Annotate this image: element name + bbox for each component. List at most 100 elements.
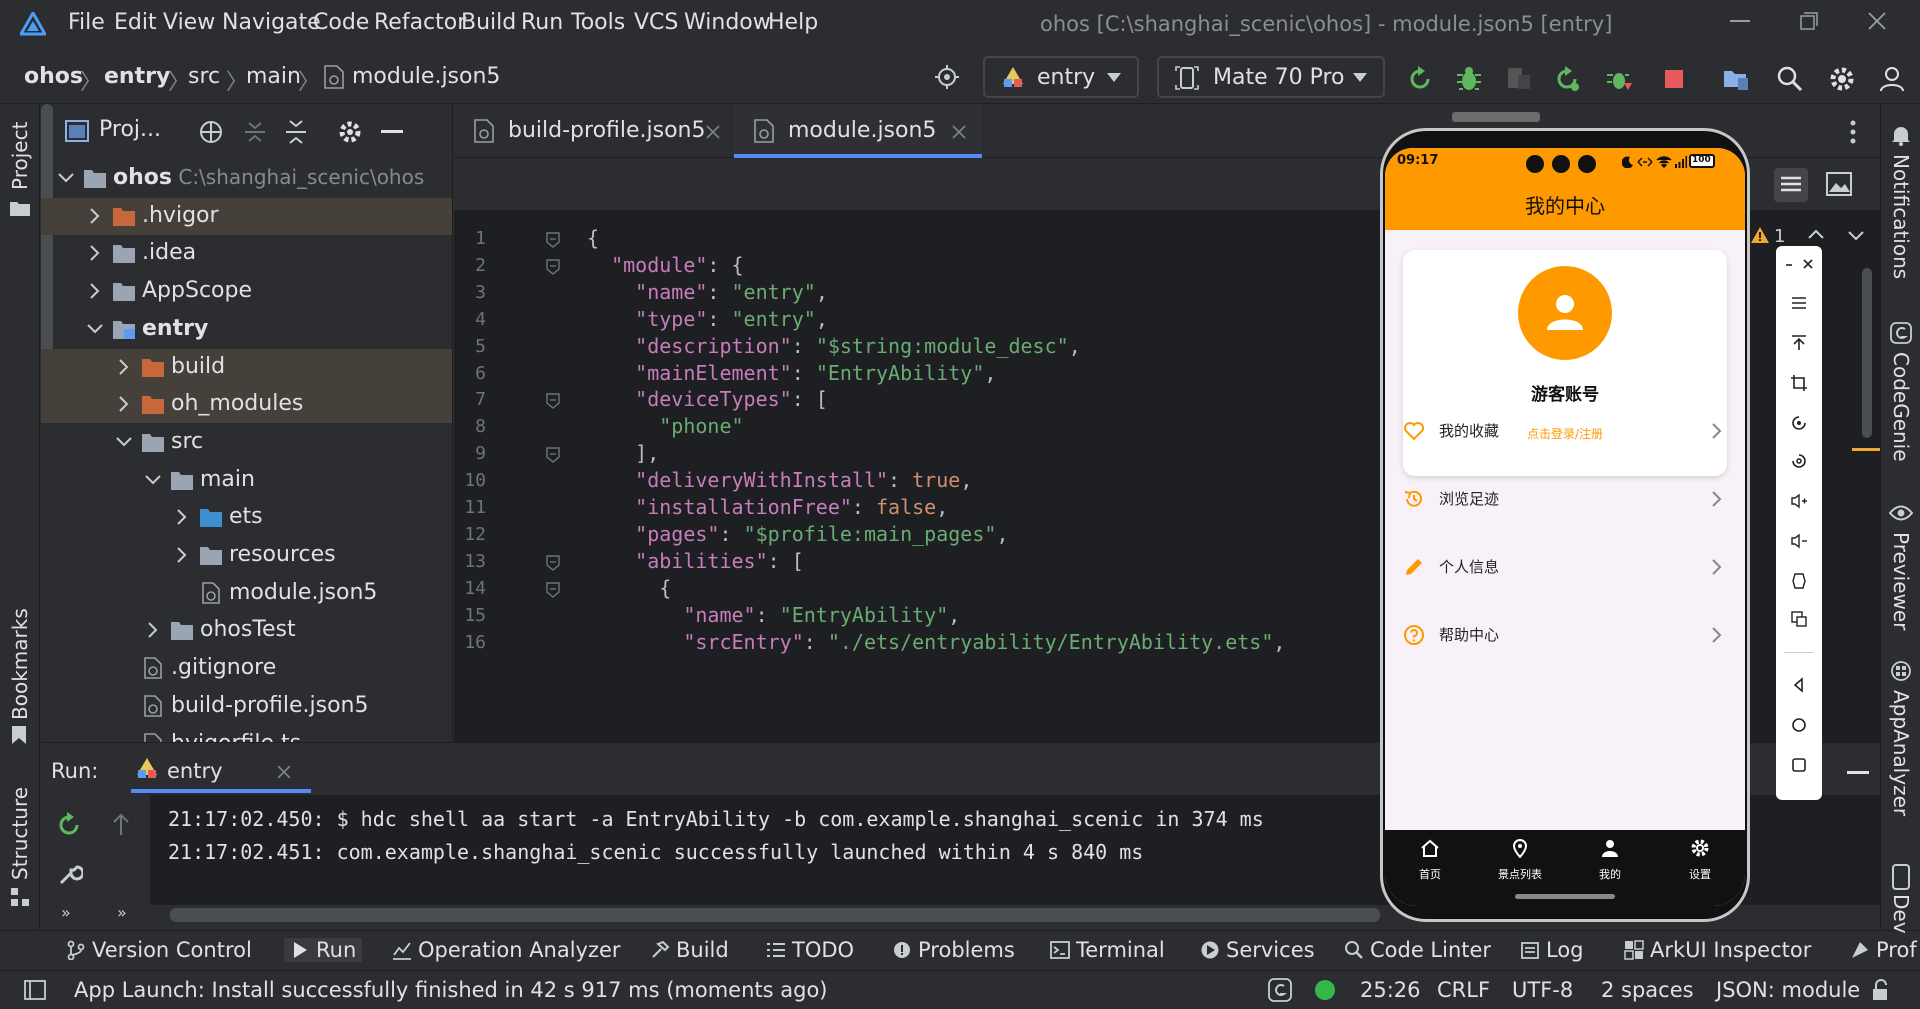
chevron-down-icon[interactable] xyxy=(144,471,162,489)
breadcrumb-main[interactable]: main xyxy=(246,64,301,89)
chevron-down-icon[interactable] xyxy=(1848,230,1864,242)
tool-version-control[interactable]: Version Control xyxy=(66,938,252,962)
tree-item[interactable]: main xyxy=(41,462,452,499)
rotate-alt-icon[interactable] xyxy=(1790,452,1808,470)
stop-icon[interactable] xyxy=(1660,65,1688,93)
tree-item[interactable]: ohos C:\shanghai_scenic\ohos xyxy=(41,160,452,197)
tree-item[interactable]: ohosTest xyxy=(41,612,452,649)
tool-services[interactable]: Services xyxy=(1200,938,1315,962)
chevron-up-icon[interactable] xyxy=(1808,228,1824,240)
home-button-icon[interactable] xyxy=(1790,716,1808,734)
fold-icon[interactable] xyxy=(1790,572,1808,590)
settings-icon[interactable] xyxy=(1828,65,1856,93)
attach-debugger-icon[interactable] xyxy=(1504,65,1532,93)
recents-icon[interactable] xyxy=(1790,756,1808,774)
hide-panel-icon[interactable] xyxy=(381,130,403,134)
tab-module-json5[interactable]: module.json5 xyxy=(734,104,982,158)
json-schema[interactable]: JSON: module xyxy=(1716,978,1860,1002)
gear-icon[interactable] xyxy=(337,119,363,145)
close-icon[interactable] xyxy=(1800,256,1818,274)
tool-terminal[interactable]: Terminal xyxy=(1050,938,1165,962)
tree-item[interactable]: build xyxy=(41,348,452,386)
menu-edit[interactable]: Edit xyxy=(114,10,157,35)
restore-icon[interactable] xyxy=(1800,12,1818,30)
chevron-down-icon[interactable] xyxy=(57,169,75,187)
chevron-right-icon[interactable] xyxy=(173,546,191,564)
warning-marker[interactable] xyxy=(1852,448,1880,451)
caret-position[interactable]: 25:26 xyxy=(1360,978,1421,1002)
close-tab-icon[interactable] xyxy=(706,125,720,139)
tab-home[interactable]: 首页 xyxy=(1385,830,1475,890)
chevron-right-icon[interactable] xyxy=(86,207,104,225)
rerun-icon[interactable] xyxy=(55,811,83,839)
chevron-right-icon[interactable] xyxy=(115,395,133,413)
menu-view[interactable]: View xyxy=(163,10,215,35)
tree-item[interactable]: ets xyxy=(41,499,452,536)
menu-vcs[interactable]: VCS xyxy=(634,10,678,35)
crop-icon[interactable] xyxy=(1790,374,1808,392)
locate-file-icon[interactable] xyxy=(198,119,224,145)
chevron-right-icon[interactable] xyxy=(86,244,104,262)
phone-screen[interactable]: 09:17 100 我的中心 游客账号 点击登录/注册 我的收藏 浏览足迹 个人… xyxy=(1385,148,1745,906)
menu-item-favorites[interactable]: 我的收藏 xyxy=(1385,398,1745,466)
menu-window[interactable]: Window xyxy=(684,10,771,35)
tree-item[interactable]: module.json5 xyxy=(41,575,452,612)
menu-code[interactable]: Code xyxy=(313,10,369,35)
codegenie-status-icon[interactable] xyxy=(1268,978,1292,1002)
breadcrumb-module-json5[interactable]: module.json5 xyxy=(352,64,500,89)
breadcrumb-src[interactable]: src xyxy=(188,64,220,89)
fold-marker-icon[interactable] xyxy=(546,447,560,464)
fold-marker-icon[interactable] xyxy=(546,555,560,571)
collapse-all-icon[interactable] xyxy=(284,119,308,145)
tool-profiler[interactable]: Prof xyxy=(1850,938,1917,962)
close-tab-icon[interactable] xyxy=(277,765,291,779)
run-config-combo[interactable]: entry xyxy=(983,56,1139,98)
expand-all-icon[interactable] xyxy=(243,119,267,145)
screenshot-icon[interactable] xyxy=(1790,610,1808,628)
chevron-right-icon[interactable] xyxy=(144,621,162,639)
menu-item-profile-info[interactable]: 个人信息 xyxy=(1385,534,1745,602)
hide-panel-icon[interactable] xyxy=(1847,771,1869,775)
debug-restart-icon[interactable] xyxy=(1606,65,1634,93)
editor-scrollbar[interactable] xyxy=(1862,268,1872,438)
run-tab-entry[interactable]: entry xyxy=(131,743,311,793)
tree-item[interactable]: .idea xyxy=(41,235,452,272)
fold-marker-icon[interactable] xyxy=(546,581,560,598)
chevron-down-icon[interactable] xyxy=(115,433,133,451)
file-encoding[interactable]: UTF-8 xyxy=(1512,978,1573,1002)
breadcrumb-ohos[interactable]: ohos xyxy=(24,64,83,89)
tool-code-linter[interactable]: Code Linter xyxy=(1344,938,1491,962)
menu-tools[interactable]: Tools xyxy=(571,10,625,35)
fold-marker-icon[interactable] xyxy=(546,393,560,410)
chevron-right-icon[interactable] xyxy=(115,358,133,376)
image-view-icon[interactable] xyxy=(1826,172,1852,196)
tree-item[interactable]: build-profile.json5 xyxy=(41,688,452,725)
status-message[interactable]: App Launch: Install successfully finishe… xyxy=(74,978,828,1002)
panel-toggle-icon[interactable] xyxy=(24,980,46,1000)
rotate-icon[interactable] xyxy=(1790,414,1808,432)
line-separator[interactable]: CRLF xyxy=(1437,978,1490,1002)
arrow-up-icon[interactable] xyxy=(111,813,131,837)
volume-up-icon[interactable] xyxy=(1790,492,1808,510)
bookmarks-tool-tab[interactable]: Bookmarks xyxy=(8,608,32,720)
menu-item-help[interactable]: 帮助中心 xyxy=(1385,602,1745,670)
rerun-icon[interactable] xyxy=(1406,65,1434,93)
fold-marker-icon[interactable] xyxy=(546,259,560,275)
warning-icon[interactable] xyxy=(1750,226,1770,244)
tool-log[interactable]: Log xyxy=(1520,938,1584,962)
fold-marker-icon[interactable] xyxy=(546,232,560,248)
tree-item[interactable]: AppScope xyxy=(41,273,452,310)
tree-item[interactable]: .gitignore xyxy=(41,650,452,687)
project-panel-title[interactable]: Proj... xyxy=(99,117,161,142)
minimize-icon[interactable] xyxy=(1730,20,1750,24)
tree-item[interactable]: src xyxy=(41,424,452,461)
close-window-icon[interactable] xyxy=(1868,12,1886,30)
tree-item[interactable]: resources xyxy=(41,537,452,574)
target-icon[interactable] xyxy=(934,64,960,90)
menu-icon[interactable] xyxy=(1790,294,1808,312)
tab-build-profile[interactable]: build-profile.json5 xyxy=(454,104,732,158)
menu-file[interactable]: File xyxy=(68,10,105,35)
emulator-drag-handle[interactable] xyxy=(1452,112,1540,122)
tab-scenic-list[interactable]: 景点列表 xyxy=(1475,830,1565,890)
tool-problems[interactable]: Problems xyxy=(892,938,1015,962)
